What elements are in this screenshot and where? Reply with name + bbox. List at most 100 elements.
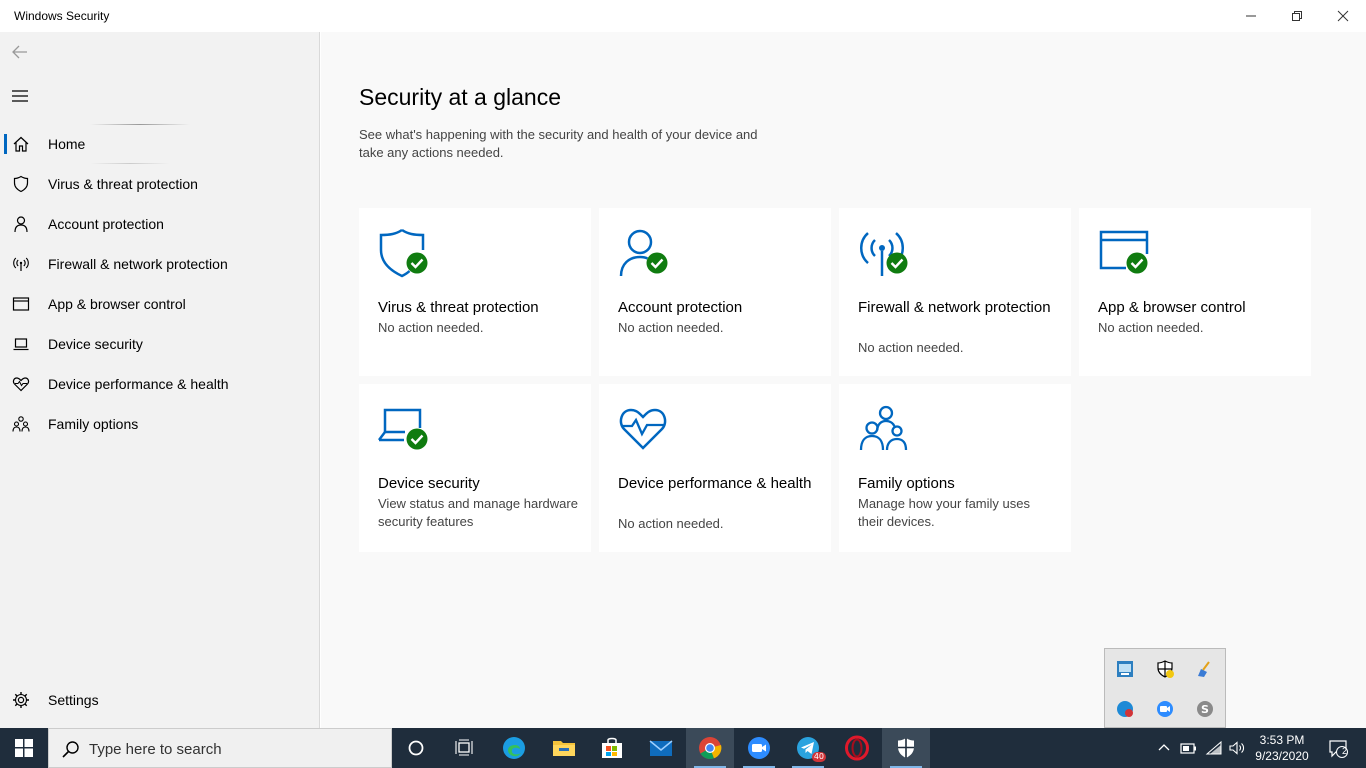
search-icon: [62, 741, 79, 758]
sidebar-item-family[interactable]: Family options: [0, 404, 320, 444]
sidebar: Home Virus & threat protection Account p…: [0, 32, 320, 728]
sidebar-item-label: Virus & threat protection: [48, 176, 198, 192]
antenna-check-icon: [859, 232, 908, 276]
volume-control[interactable]: [1226, 728, 1248, 768]
sidebar-item-device-security[interactable]: Device security: [0, 324, 320, 364]
sidebar-item-firewall[interactable]: Firewall & network protection: [0, 244, 320, 284]
menu-button[interactable]: [10, 86, 30, 106]
sidebar-item-home[interactable]: Home: [0, 124, 320, 164]
network-monitor-icon: [1117, 661, 1133, 677]
card-title: Device security: [378, 475, 480, 492]
shield-icon: [898, 738, 914, 758]
card-firewall[interactable]: Firewall & network protection No action …: [839, 208, 1071, 376]
sidebar-item-settings[interactable]: Settings: [0, 680, 320, 720]
person-icon: [14, 216, 28, 233]
card-title: Virus & threat protection: [378, 299, 539, 316]
card-title: Account protection: [618, 299, 743, 316]
close-icon: [1337, 10, 1349, 22]
broom-icon: [1198, 661, 1210, 677]
card-status: View status and manage hardware security…: [378, 496, 578, 529]
battery-status[interactable]: [1178, 728, 1200, 768]
windows-logo-icon: [15, 739, 33, 757]
edge-icon: [503, 737, 525, 759]
cortana-icon: [408, 740, 424, 756]
show-hidden-icons-button[interactable]: [1154, 728, 1174, 768]
card-virus-threat[interactable]: Virus & threat protection No action need…: [359, 208, 591, 376]
close-button[interactable]: [1320, 0, 1366, 32]
sidebar-item-label: Firewall & network protection: [48, 256, 228, 272]
taskbar-opera[interactable]: [833, 728, 881, 768]
taskbar-file-explorer[interactable]: [540, 728, 588, 768]
person-check-icon: [619, 229, 668, 277]
tray-edge-icon[interactable]: [1115, 699, 1135, 719]
clock-time: 3:53 PM: [1259, 733, 1305, 747]
minimize-icon: [1246, 15, 1256, 17]
gear-icon: [13, 692, 29, 708]
browser-check-icon: [1099, 230, 1149, 274]
back-button[interactable]: [10, 42, 30, 62]
laptop-icon: [13, 338, 29, 351]
sidebar-item-virus-threat[interactable]: Virus & threat protection: [0, 164, 320, 204]
taskbar-search-box[interactable]: Type here to search: [48, 728, 392, 768]
shield-warning-icon: [1157, 660, 1174, 678]
card-status: No action needed.: [618, 320, 724, 335]
sidebar-item-label: Account protection: [48, 216, 164, 232]
family-icon: [859, 405, 908, 451]
start-button[interactable]: [0, 728, 48, 768]
card-app-browser[interactable]: App & browser control No action needed.: [1079, 208, 1311, 376]
taskbar-zoom[interactable]: [735, 728, 783, 768]
window-title: Windows Security: [14, 9, 110, 23]
sidebar-item-label: App & browser control: [48, 296, 186, 312]
telegram-unread-badge: 40: [811, 752, 826, 762]
cortana-button[interactable]: [392, 728, 440, 768]
speaker-icon: [1229, 741, 1244, 755]
shield-check-icon: [379, 228, 428, 278]
tray-security-icon[interactable]: [1155, 659, 1175, 679]
card-account[interactable]: Account protection No action needed.: [599, 208, 831, 376]
restore-button[interactable]: [1274, 0, 1320, 32]
tray-skype-icon[interactable]: S: [1195, 699, 1215, 719]
main-content: Security at a glance See what's happenin…: [321, 32, 1366, 728]
card-status: No action needed.: [378, 320, 484, 335]
card-title: Device performance & health: [618, 475, 812, 492]
back-arrow-icon: [12, 45, 27, 59]
card-title: App & browser control: [1098, 299, 1246, 316]
tray-cleaner-icon[interactable]: [1195, 659, 1215, 679]
card-device-security[interactable]: Device security View status and manage h…: [359, 384, 591, 552]
action-center-button[interactable]: 2: [1318, 728, 1358, 768]
task-view-button[interactable]: [440, 728, 488, 768]
card-status: Manage how your family uses their device…: [858, 496, 1030, 529]
sidebar-item-account[interactable]: Account protection: [0, 204, 320, 244]
network-status[interactable]: [1202, 728, 1226, 768]
page-subtitle: See what's happening with the security a…: [359, 127, 758, 160]
folder-icon: [553, 741, 575, 756]
title-bar: Windows Security: [0, 0, 1366, 32]
taskbar-telegram[interactable]: 40: [784, 728, 832, 768]
wifi-icon: [1205, 740, 1222, 755]
search-placeholder: Type here to search: [89, 741, 222, 758]
sidebar-item-label: Home: [48, 136, 86, 152]
tray-app-icon[interactable]: [1115, 659, 1135, 679]
tray-zoom-icon[interactable]: [1155, 699, 1175, 719]
shield-icon: [13, 175, 29, 193]
taskbar-clock[interactable]: 3:53 PM 9/23/2020: [1252, 732, 1312, 764]
taskbar-store[interactable]: [588, 728, 636, 768]
taskbar-chrome[interactable]: [686, 728, 734, 768]
taskbar-windows-security[interactable]: [882, 728, 930, 768]
battery-icon: [1180, 743, 1196, 754]
mail-icon: [649, 740, 673, 756]
card-status: No action needed.: [858, 340, 964, 355]
sidebar-item-device-performance[interactable]: Device performance & health: [0, 364, 320, 404]
sidebar-item-app-browser[interactable]: App & browser control: [0, 284, 320, 324]
store-icon: [602, 737, 622, 758]
clock-date: 9/23/2020: [1255, 749, 1309, 763]
card-device-performance[interactable]: Device performance & health No action ne…: [599, 384, 831, 552]
minimize-button[interactable]: [1228, 0, 1274, 32]
antenna-icon: [13, 257, 29, 271]
zoom-icon: [748, 737, 770, 759]
card-status: No action needed.: [618, 516, 724, 531]
taskbar-mail[interactable]: [637, 728, 685, 768]
taskbar-edge[interactable]: [490, 728, 538, 768]
family-icon: [12, 416, 30, 432]
card-family[interactable]: Family options Manage how your family us…: [839, 384, 1071, 552]
